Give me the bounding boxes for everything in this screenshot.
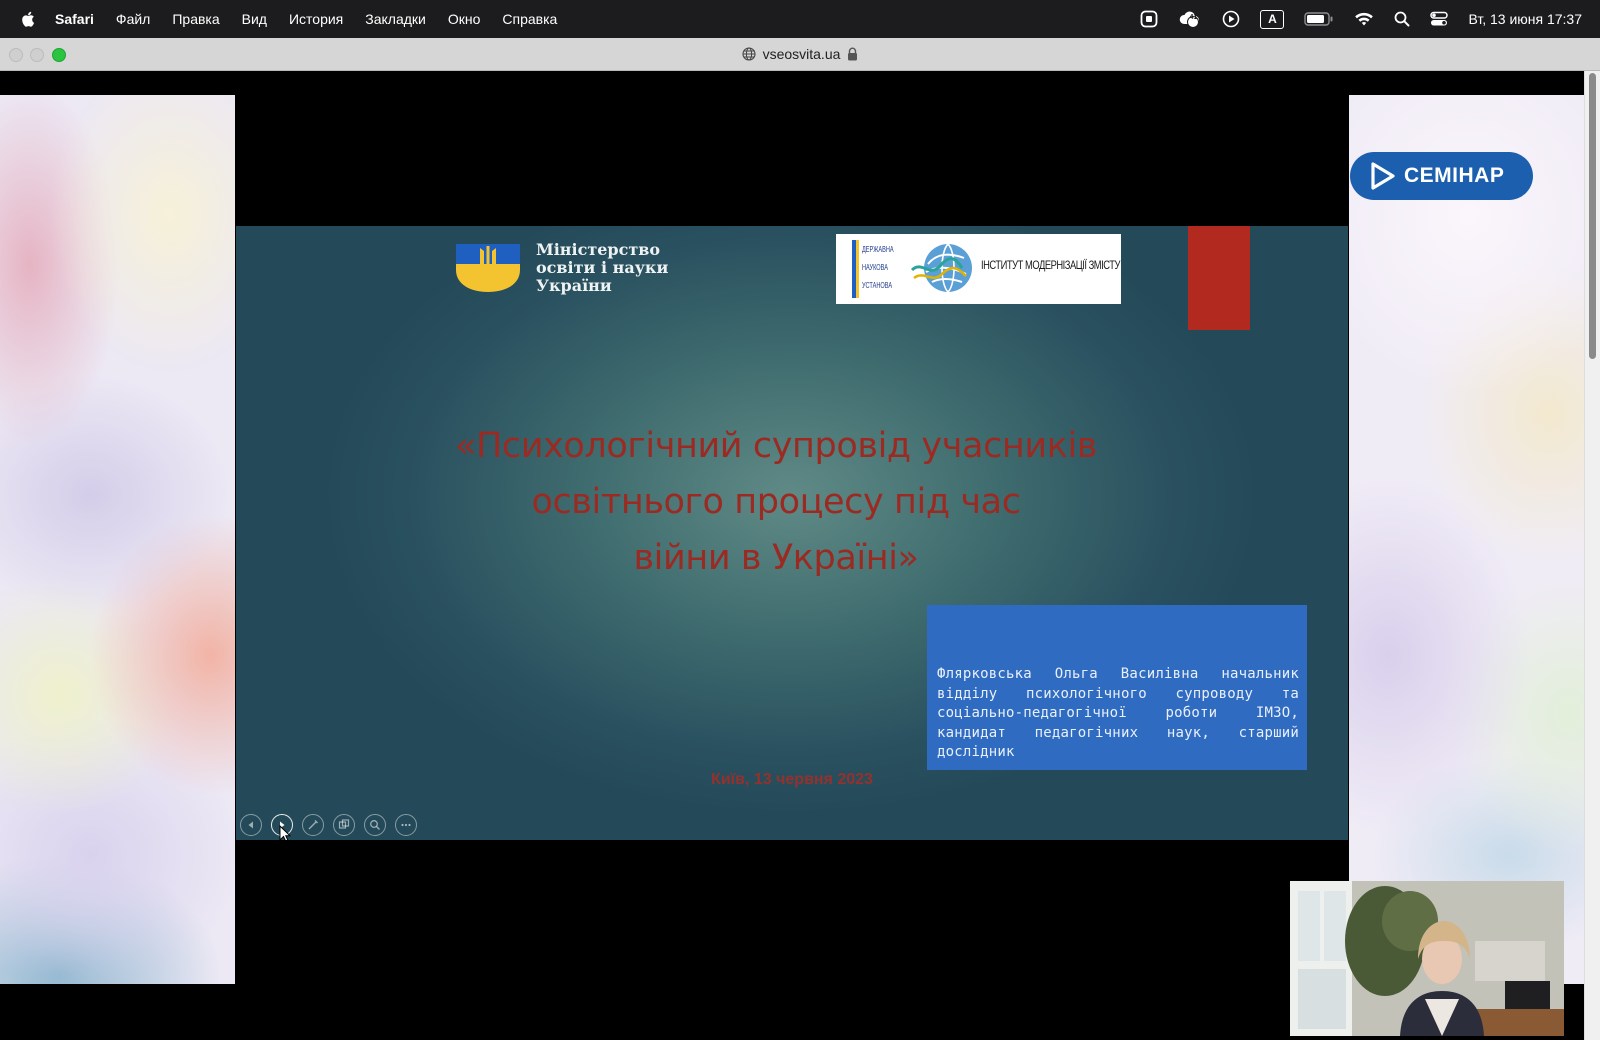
author-text: Флярковська Ольга Василівна начальник ві… [937,666,1299,760]
menu-edit[interactable]: Правка [172,11,219,27]
ministry-logo: Міністерство освіти і науки України [454,240,668,296]
institute-side-line-2: НАУКОВА [862,263,888,272]
app-menu-safari[interactable]: Safari [55,11,94,27]
slideshow-controls [240,814,417,836]
browser-title-bar: vseosvita.ua [0,38,1600,71]
slide-title-line-1: «Психологічний супровід учасників [454,426,1098,466]
ukraine-trident-emblem-icon [456,244,520,292]
decorative-side-panel-right [1349,95,1584,984]
page-viewport: СЕМІНАР Міністерство освіти і науки Укра… [0,71,1584,1040]
author-info-box: Флярковська Ольга Василівна начальник ві… [927,605,1307,770]
lock-icon [848,47,858,61]
input-source-label: A [1260,9,1285,29]
see-all-slides-icon[interactable] [333,814,355,836]
red-accent-block [1188,226,1250,330]
menu-bar: Safari Файл Правка Вид История Закладки … [0,0,1600,38]
seminar-label: СЕМІНАР [1404,164,1505,187]
page-scrollbar[interactable] [1584,71,1600,1040]
ministry-name: Міністерство освіти і науки України [536,241,668,295]
battery-icon[interactable] [1304,12,1334,26]
play-circle-icon[interactable] [1222,10,1240,28]
slide-title-line-3: війни в Україні» [633,538,919,578]
institute-logo: ДЕРЖАВНА НАУКОВА УСТАНОВА ІНСТИТУТ МОДЕР… [836,234,1121,304]
apple-menu-icon[interactable] [21,10,37,28]
seminar-badge: СЕМІНАР [1350,152,1533,200]
slide-title: «Психологічний супровід учасників освітн… [396,418,1156,586]
screen-record-icon[interactable] [1140,10,1158,28]
notification-count: 41 [1189,14,1198,21]
menu-view[interactable]: Вид [242,11,267,27]
keyboard-input-icon[interactable]: A [1260,9,1285,29]
institute-flag-stripe-yellow [856,240,859,298]
slide-title-line-2: освітнього процесу під час [531,482,1021,522]
menu-window[interactable]: Окно [448,11,481,27]
webcam-frame-image [1290,881,1564,1036]
institute-side-line-3: УСТАНОВА [862,281,893,290]
globe-icon [742,47,756,61]
menu-history[interactable]: История [289,11,343,27]
more-options-icon[interactable] [395,814,417,836]
mouse-cursor-icon [279,825,291,840]
pen-tool-icon[interactable] [302,814,324,836]
previous-slide-icon[interactable] [240,814,262,836]
institute-side-text: ДЕРЖАВНА НАУКОВА УСТАНОВА [862,241,894,295]
ministry-line-3: України [536,276,612,295]
spotlight-search-icon[interactable] [1394,11,1410,27]
ministry-line-2: освіти і науки [536,258,669,277]
wifi-icon[interactable] [1354,11,1374,27]
menu-help[interactable]: Справка [502,11,557,27]
menu-bookmarks[interactable]: Закладки [365,11,426,27]
presentation-slide: Міністерство освіти і науки України ДЕРЖ… [236,226,1348,840]
institute-globe-emblem-icon [910,243,972,293]
slide-date: Київ, 13 червня 2023 [711,771,873,788]
menu-file[interactable]: Файл [116,11,150,27]
scrollbar-thumb[interactable] [1589,73,1596,359]
institute-name: ІНСТИТУТ МОДЕРНІЗАЦІЇ ЗМІСТУ ОСВІТИ [981,258,1121,272]
institute-side-line-1: ДЕРЖАВНА [862,245,894,254]
ministry-line-1: Міністерство [536,240,661,259]
cloud-badge-icon[interactable]: 41 [1178,9,1202,29]
play-icon [1371,162,1395,190]
status-area: 41 A Вт, 13 июня 17:37 [1120,0,1582,38]
speaker-webcam-video[interactable] [1290,881,1564,1036]
menubar-clock[interactable]: Вт, 13 июня 17:37 [1468,11,1582,27]
address-bar[interactable]: vseosvita.ua [0,38,1600,70]
control-center-icon[interactable] [1430,11,1449,27]
decorative-side-panel-left [0,95,235,984]
zoom-slide-icon[interactable] [364,814,386,836]
url-text: vseosvita.ua [762,46,841,62]
